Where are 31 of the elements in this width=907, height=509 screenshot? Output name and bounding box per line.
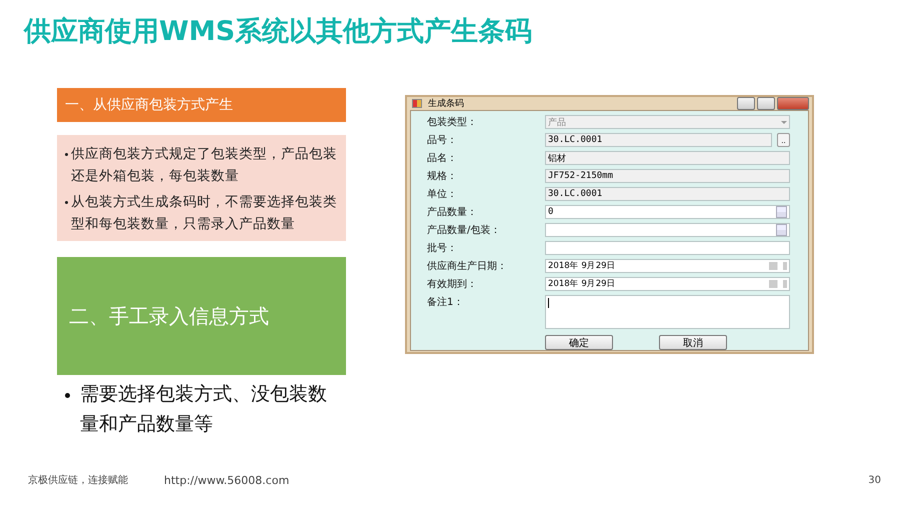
input-field[interactable]: 铝材 xyxy=(545,151,790,165)
input-field[interactable]: JF752-2150mm xyxy=(545,169,790,183)
bullet-text: 供应商包装方式规定了包装类型，产品包装还是外箱包装，每包装数量 xyxy=(71,145,338,186)
window-title: 生成条码 xyxy=(428,98,464,110)
field-label: 产品数量/包装： xyxy=(427,224,502,237)
field-label: 品号： xyxy=(427,134,458,147)
field-label: 有效期到： xyxy=(427,278,478,291)
field-label: 产品数量： xyxy=(427,206,478,219)
field-label: 单位： xyxy=(427,188,458,201)
slide-title: 供应商使用WMS系统以其他方式产生条码 xyxy=(24,15,534,49)
dialog-button[interactable]: 取消 xyxy=(659,335,727,350)
date-field[interactable]: 2018年 9月29日 xyxy=(545,259,790,273)
section-heading: 二、手工录入信息方式 xyxy=(57,257,346,375)
input-field[interactable]: 30.LC.0001 xyxy=(545,187,790,201)
field-label: 规格： xyxy=(427,170,458,183)
date-field[interactable]: 2018年 9月29日 xyxy=(545,277,790,291)
input-field[interactable]: 30.LC.0001 xyxy=(545,133,772,147)
field-label: 备注1： xyxy=(427,296,464,309)
field-label: 供应商生产日期： xyxy=(427,260,508,273)
section-heading: 一、从供应商包装方式产生 xyxy=(57,88,346,122)
bullet-text: 从包装方式生成条码时，不需要选择包装类型和每包装数量，只需录入产品数量 xyxy=(71,193,338,234)
browse-button[interactable]: .. xyxy=(777,133,790,147)
bullet-text: 需要选择包装方式、没包装数量和产品数量等 xyxy=(80,382,328,437)
dialog-button[interactable]: 确定 xyxy=(545,335,613,350)
field-label: 包装类型： xyxy=(427,116,478,129)
field-label: 批号： xyxy=(427,242,458,255)
footer-link[interactable]: http://www.56008.com xyxy=(164,474,290,486)
spin-field[interactable]: 0 xyxy=(545,205,790,219)
field-label: 品名： xyxy=(427,152,458,165)
page-number: 30 xyxy=(868,474,881,486)
footer-text: 京极供应链，连接赋能 xyxy=(28,474,128,487)
